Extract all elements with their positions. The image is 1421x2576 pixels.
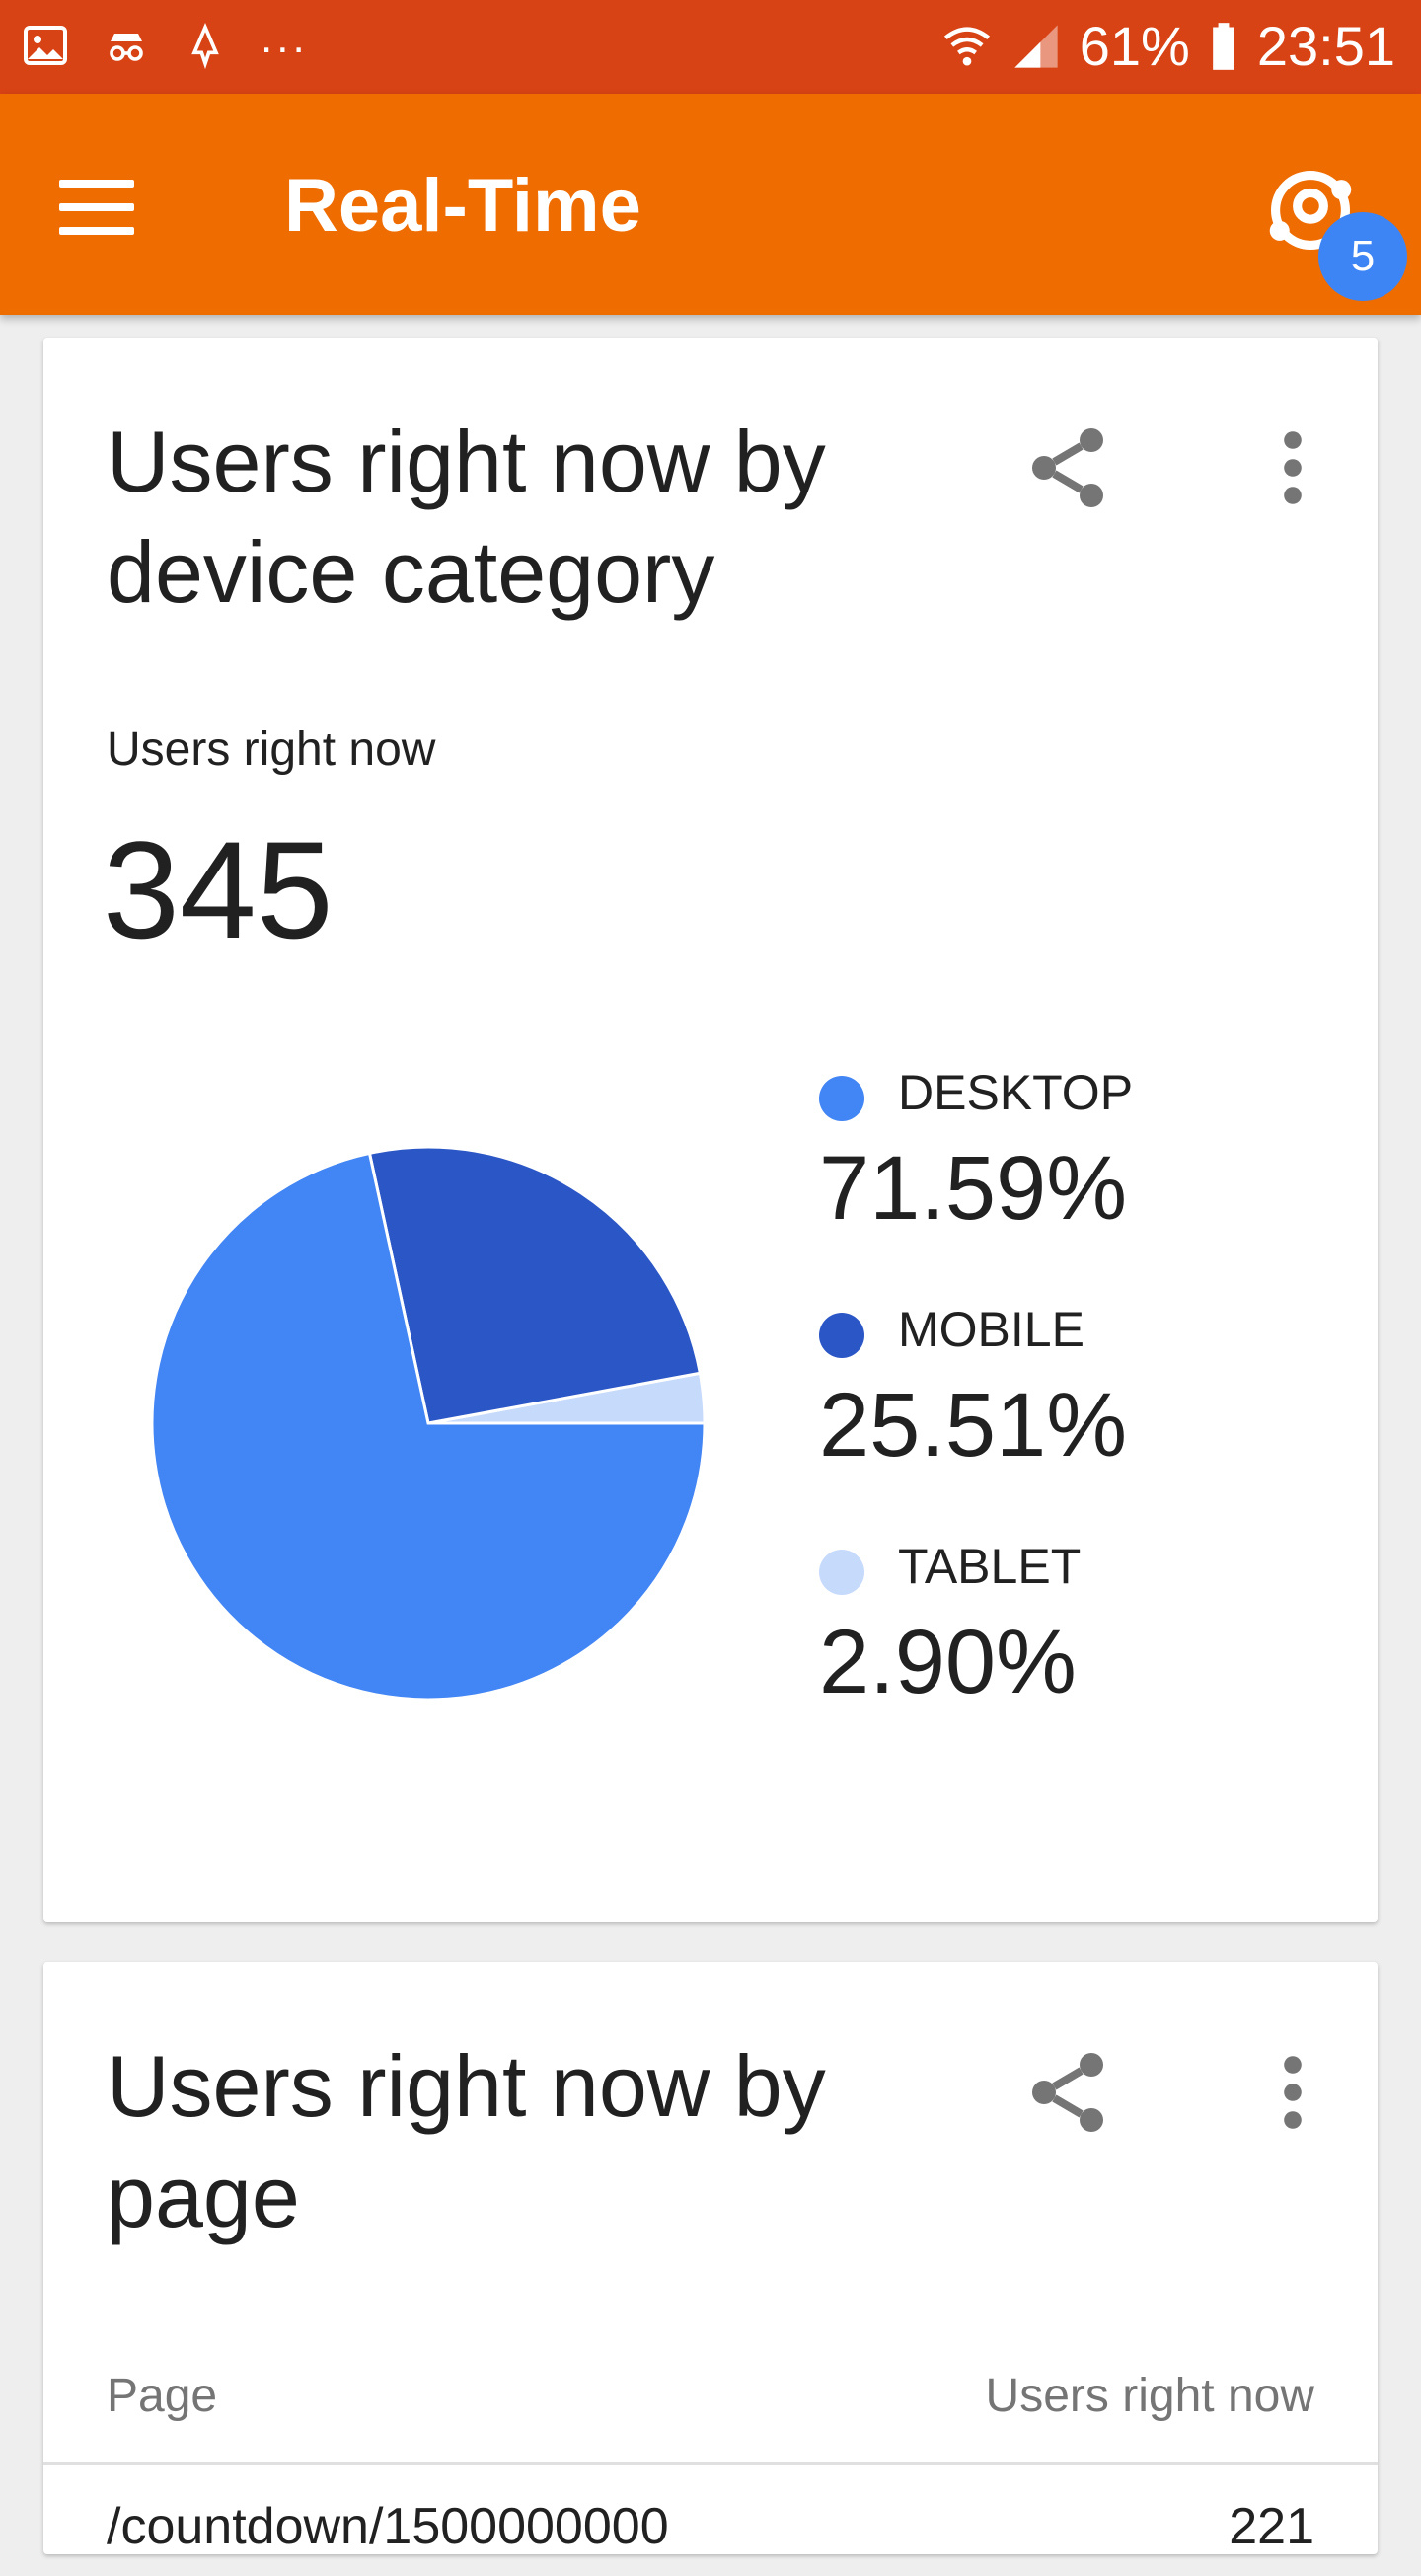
share-icon[interactable] xyxy=(1020,420,1115,515)
page-path: /countdown/1500000000 xyxy=(107,2498,669,2555)
legend-name: DESKTOP xyxy=(898,1065,1134,1120)
legend-name: TABLET xyxy=(898,1539,1082,1594)
battery-percentage: 61% xyxy=(1079,15,1190,77)
app-title: Real-Time xyxy=(284,164,641,248)
battery-icon xyxy=(1213,22,1234,70)
page-card: Users right now by page Page Users right… xyxy=(43,1962,1378,2555)
share-icon[interactable] xyxy=(1020,2045,1115,2140)
more-vert-icon[interactable] xyxy=(1261,420,1324,515)
legend-value: 25.51% xyxy=(819,1375,1128,1476)
app-bar: Real-Time 5 xyxy=(0,94,1421,315)
legend-name: MOBILE xyxy=(898,1302,1084,1357)
column-header-page: Page xyxy=(107,2370,218,2422)
wifi-icon xyxy=(943,27,990,65)
more-vert-icon[interactable] xyxy=(1261,2045,1324,2140)
metric-value: 345 xyxy=(103,812,334,967)
legend-value: 71.59% xyxy=(819,1138,1128,1239)
status-notifications: ... xyxy=(22,14,309,69)
more-notifications: ... xyxy=(261,14,309,62)
incognito-icon xyxy=(110,34,143,61)
legend-dot xyxy=(819,1550,864,1595)
signal-icon xyxy=(1014,24,1058,68)
legend-dot xyxy=(819,1076,864,1121)
legend-item-mobile: MOBILE 25.51% xyxy=(819,1295,1332,1532)
status-system: 61% 23:51 xyxy=(941,14,1395,78)
metric-label: Users right now xyxy=(107,723,436,776)
legend-item-tablet: TABLET 2.90% xyxy=(819,1532,1332,1769)
chart-legend: DESKTOP 71.59% MOBILE 25.51% TABLET 2.90… xyxy=(819,1058,1332,1769)
image-icon xyxy=(24,26,67,65)
notification-badge[interactable]: 5 xyxy=(1318,212,1407,301)
device-category-card: Users right now by device category Users… xyxy=(43,338,1378,1922)
menu-button[interactable] xyxy=(59,163,148,252)
page-users: 221 xyxy=(1229,2498,1314,2555)
status-bar: ... 61% 23:51 xyxy=(0,0,1421,94)
clock: 23:51 xyxy=(1256,15,1395,77)
card-title: Users right now by page xyxy=(107,2037,826,2245)
legend-dot xyxy=(819,1313,864,1358)
table-header: Page Users right now xyxy=(43,2357,1378,2465)
card-title: Users right now by device category xyxy=(107,413,826,621)
menu-icon xyxy=(59,180,134,188)
legend-value: 2.90% xyxy=(819,1612,1077,1712)
column-header-users: Users right now xyxy=(985,2370,1314,2422)
legend-item-desktop: DESKTOP 71.59% xyxy=(819,1058,1332,1295)
device-pie-chart xyxy=(150,1145,707,1702)
activity-icon xyxy=(191,23,219,69)
table-row[interactable]: /countdown/1500000000 221 xyxy=(43,2467,1378,2576)
